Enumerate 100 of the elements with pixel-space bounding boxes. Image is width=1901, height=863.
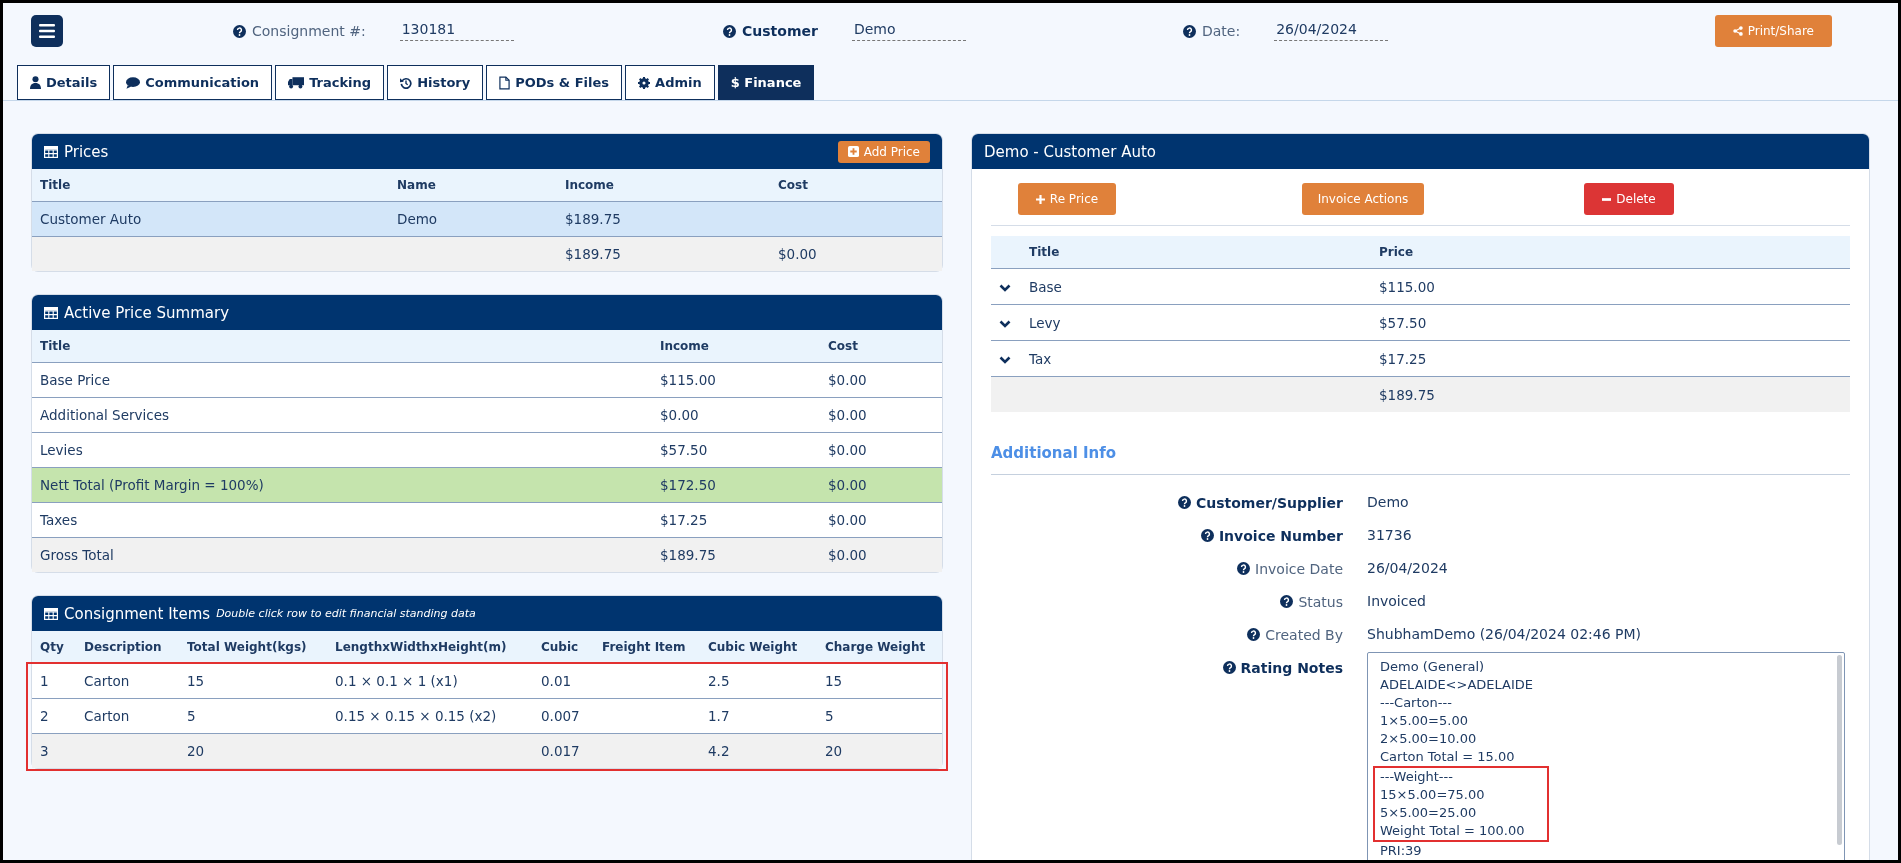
scrollbar[interactable]: [1837, 655, 1842, 845]
gear-icon: [638, 76, 651, 89]
table-cell: $115.00: [660, 372, 716, 388]
tab[interactable]: Communication: [113, 65, 273, 100]
field-value[interactable]: 130181: [399, 21, 514, 41]
table-cell: Demo: [397, 211, 438, 227]
tab[interactable]: Admin: [625, 65, 715, 100]
field-label: Invoice Date: [1255, 560, 1343, 577]
tab[interactable]: Tracking: [275, 65, 385, 100]
field-value: Demo: [1367, 493, 1410, 512]
tab[interactable]: $ Finance: [717, 65, 815, 100]
table-icon: [44, 145, 58, 158]
table-cell: $0.00: [828, 372, 867, 388]
column-header: LengthxWidthxHeight(m): [334, 640, 508, 654]
field-label: Rating Notes: [1240, 659, 1343, 676]
panel-title: Consignment Items: [64, 604, 211, 623]
column-header: Price: [1378, 245, 1415, 259]
field-label: Created By: [1265, 626, 1343, 643]
note-line: 2×5.00=10.00: [1380, 730, 1477, 748]
table-cell: 20: [825, 743, 843, 759]
table-cell: Base Price: [40, 372, 111, 388]
table-cell: 0.017: [541, 743, 580, 759]
table-icon: [44, 607, 58, 620]
field-label: Customer: [742, 23, 818, 39]
table-cell: 5: [187, 708, 196, 724]
help-icon: [233, 24, 246, 38]
table-icon: [44, 306, 58, 319]
table-cell: $115.00: [1379, 278, 1435, 295]
table-cell: 0.15 × 0.15 × 0.15 (x2): [335, 708, 497, 724]
panel-title: Demo - Customer Auto: [984, 142, 1156, 161]
table-cell: $189.75: [565, 246, 621, 262]
field-label: Status: [1298, 593, 1343, 610]
column-header: Total Weight(kgs): [186, 640, 308, 654]
table-cell: $57.50: [660, 442, 708, 458]
table-cell: Nett Total (Profit Margin = 100%): [40, 477, 264, 493]
truck-icon: [288, 76, 305, 89]
file-icon: [499, 75, 511, 90]
table-cell: $0.00: [660, 407, 699, 423]
selected-row[interactable]: Customer Auto Demo $189.75: [32, 202, 942, 237]
minus-icon: [1602, 197, 1612, 201]
table-cell: 4.2: [708, 743, 730, 759]
column-header: Name: [396, 178, 437, 192]
field-value[interactable]: Demo: [851, 21, 966, 41]
help-icon: [1177, 496, 1191, 509]
table-cell: 0.1 × 0.1 × 1 (x1): [335, 673, 458, 689]
column-header: Cost: [777, 178, 809, 192]
table-row[interactable]: 1 Carton 15 0.1 × 0.1 × 1 (x1) 0.01 2.5 15: [32, 664, 942, 699]
tab[interactable]: Details: [17, 65, 111, 100]
help-icon: [1200, 529, 1214, 542]
chevron-down-icon[interactable]: [999, 283, 1011, 292]
menu-icon: [39, 24, 55, 38]
plus-icon: [1035, 194, 1045, 204]
field-value: 26/04/2024: [1367, 559, 1449, 578]
table-cell: $0.00: [828, 512, 867, 528]
table-cell: $189.75: [660, 547, 716, 563]
note-line: ---Carton---: [1380, 694, 1452, 712]
table-cell: Customer Auto: [40, 211, 142, 227]
note-line: Weight Total = 100.00: [1373, 822, 1549, 842]
table-cell: 3: [40, 743, 49, 759]
table-cell: $17.25: [1379, 350, 1427, 367]
column-header: Freight Item: [601, 640, 687, 654]
note-line: 1×5.00=5.00: [1380, 712, 1468, 730]
chevron-down-icon[interactable]: [999, 319, 1011, 328]
column-header: Title: [39, 178, 72, 192]
column-header: Title: [39, 339, 72, 353]
field-label: Consignment #:: [252, 23, 366, 39]
table-row[interactable]: $189.75 $0.00: [32, 237, 942, 271]
notes-field[interactable]: Demo (General) ADELAIDE<>ADELAIDE ---Carton--- 1×5.00=5.00 2×5.00=10.00 Carton Total = 15.00 ---Weight--- 15×5.00=75.00 5×5.00=25.00 Weight Total = 100.00 PRI:39: [1367, 652, 1845, 860]
delete-button[interactable]: Delete: [1584, 183, 1674, 215]
column-header: Income: [564, 178, 615, 192]
table-cell: Additional Services: [40, 407, 169, 423]
panel-title: Prices: [64, 142, 109, 161]
tab[interactable]: History: [387, 65, 484, 100]
note-line: ADELAIDE<>ADELAIDE: [1380, 676, 1533, 694]
field-label: Invoice Number: [1218, 527, 1343, 544]
table-cell: Base: [1029, 278, 1062, 295]
table-cell: Carton: [84, 673, 130, 689]
share-icon: [1732, 26, 1743, 36]
table-cell: 1: [40, 673, 49, 689]
table-cell: $57.50: [1379, 314, 1427, 331]
table-cell: 0.01: [541, 673, 572, 689]
note-line: ---Weight---: [1373, 766, 1549, 786]
help-icon: [1222, 661, 1236, 674]
column-header: Qty: [39, 640, 65, 654]
table-cell: Carton: [84, 708, 130, 724]
menu-button[interactable]: [31, 15, 63, 47]
table-cell: $189.75: [565, 211, 621, 227]
column-header: Cubic Weight: [707, 640, 799, 654]
field-value[interactable]: 26/04/2024: [1274, 21, 1389, 41]
table-cell: $17.25: [660, 512, 708, 528]
column-header: Description: [83, 640, 163, 654]
note-line: Carton Total = 15.00: [1380, 748, 1515, 766]
section-title: Additional Info: [991, 412, 1850, 475]
table-cell: $172.50: [660, 477, 716, 493]
column-header: Charge Weight: [824, 640, 927, 654]
field-value: 31736: [1367, 526, 1413, 545]
tab[interactable]: PODs & Files: [486, 65, 623, 100]
table-cell: 2: [40, 708, 49, 724]
chevron-down-icon[interactable]: [999, 355, 1011, 364]
note-line: PRI:39: [1380, 842, 1422, 860]
